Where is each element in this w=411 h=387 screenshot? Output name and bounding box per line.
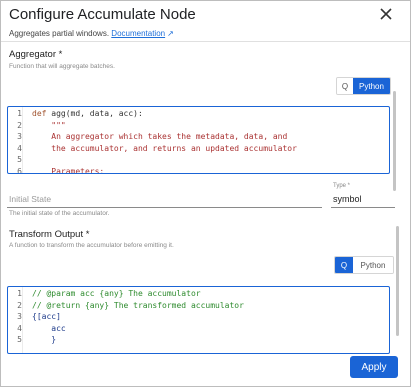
line-number: 1 [17,109,22,118]
line-number: 2 [17,300,22,310]
aggregator-scrollbar[interactable] [393,91,396,191]
line-code: """ [32,120,66,130]
dialog-title: Configure Accumulate Node [9,6,196,23]
code-line: 5 [8,154,389,166]
line-code: An aggregator which takes the metadata, … [32,132,288,141]
line-number: 5 [17,155,22,164]
aggregator-language-toggle: Q Python [336,77,391,95]
type-select[interactable]: symbol [333,194,362,204]
transform-code-editor[interactable]: 1 // @param acc {any} The accumulator 2 // … [7,286,390,354]
type-label: Type * [333,183,351,189]
external-link-icon: ↗ [167,29,174,38]
line-code: def agg(md, data, acc): [32,109,143,118]
code-line: 4 the accumulator, and returns an update… [8,143,389,155]
code-line: 1 // @param acc {any} The accumulator [8,288,389,300]
line-code: Parameters: [32,166,105,174]
line-code: {[acc] [32,312,61,321]
line-number: 2 [17,120,22,130]
transform-scrollbar[interactable] [396,226,399,336]
line-number: 1 [17,289,22,298]
line-code: // @return {any} The transformed accumul… [32,300,244,310]
initial-state-underline [7,207,322,208]
transform-q-option[interactable]: Q [335,257,353,273]
code-line: 4 acc [8,323,389,335]
code-line: 3 {[acc] [8,311,389,323]
line-number: 5 [17,335,22,344]
code-line: 1 def agg(md, data, acc): [8,108,389,120]
line-code: acc [32,323,66,333]
line-number: 3 [17,132,22,141]
code-line: 2 // @return {any} The transformed accumu… [8,300,389,312]
transform-output-label: Transform Output * [9,229,90,240]
transform-language-toggle: Q Python [334,256,394,274]
configure-accumulate-dialog: Configure Accumulate Node Aggregates par… [0,0,411,387]
line-code: // @param acc {any} The accumulator [32,289,201,298]
type-underline [331,207,395,208]
header-divider [1,41,410,42]
aggregator-description: Function that will aggregate batches. [9,63,115,70]
transform-python-option[interactable]: Python [353,257,393,273]
aggregator-python-option[interactable]: Python [353,78,390,94]
line-number: 3 [17,312,22,321]
code-line: 5 } [8,334,389,346]
transform-output-description: A function to transform the accumulator … [9,242,174,249]
code-line: 6 Parameters: [8,166,389,174]
close-icon[interactable] [379,7,393,21]
line-code: the accumulator, and returns an updated … [32,143,297,153]
code-line: 3 An aggregator which takes the metadata… [8,131,389,143]
line-code: } [32,335,57,344]
code-line: 2 """ [8,120,389,132]
dialog-subtitle: Aggregates partial windows. Documentatio… [9,29,174,38]
line-number: 4 [17,323,22,333]
aggregator-q-option[interactable]: Q [337,78,353,94]
documentation-link[interactable]: Documentation [111,29,165,38]
aggregator-label: Aggregator * [9,49,63,60]
aggregator-code-editor[interactable]: 1 def agg(md, data, acc): 2 """ 3 An aggreg… [7,106,390,174]
initial-state-description: The initial state of the accumulator. [9,210,110,217]
apply-button[interactable]: Apply [350,356,398,378]
subtitle-text: Aggregates partial windows. [9,29,110,38]
initial-state-field[interactable]: Initial State [9,194,51,204]
line-number: 6 [17,166,22,174]
line-number: 4 [17,143,22,153]
